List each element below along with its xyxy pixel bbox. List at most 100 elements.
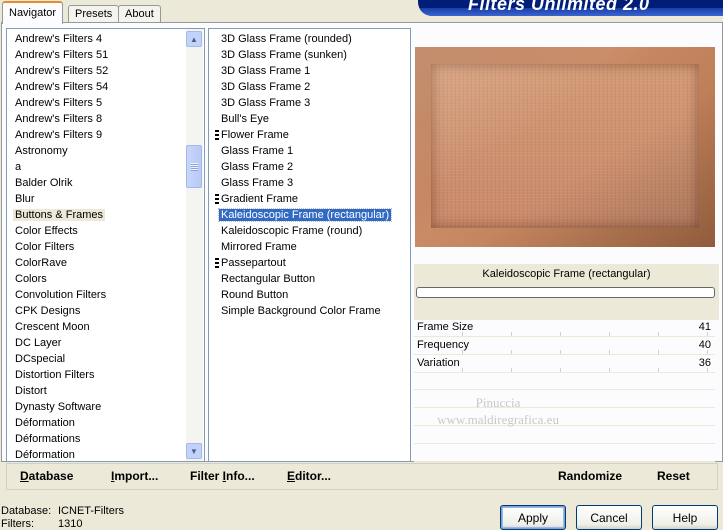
button-label: Filter: [190, 469, 223, 483]
category-item[interactable]: Andrew's Filters 51: [7, 47, 110, 63]
group-grip-icon: [215, 130, 219, 140]
app-title: Filters Unlimited 2.0: [468, 0, 650, 14]
filter-item[interactable]: 3D Glass Frame 1: [209, 63, 312, 79]
filter-item[interactable]: Rectangular Button: [209, 271, 317, 287]
filter-item[interactable]: Glass Frame 3: [209, 175, 295, 191]
scroll-thumb[interactable]: [186, 145, 202, 188]
reset-button[interactable]: Reset: [657, 469, 690, 483]
category-label: Andrew's Filters 9: [15, 129, 103, 141]
category-item[interactable]: Andrew's Filters 54: [7, 79, 110, 95]
category-item[interactable]: CPK Designs: [7, 303, 82, 319]
tab-about[interactable]: About: [118, 5, 161, 23]
category-item[interactable]: a: [7, 159, 23, 175]
category-item[interactable]: Buttons & Frames: [7, 207, 106, 223]
filter-item[interactable]: 3D Glass Frame 2: [209, 79, 312, 95]
filter-item[interactable]: 3D Glass Frame 3: [209, 95, 312, 111]
param-frame-size[interactable]: Frame Size 41: [414, 319, 715, 337]
category-label: Crescent Moon: [15, 321, 90, 333]
category-label: Andrew's Filters 54: [15, 81, 109, 93]
category-item[interactable]: DCspecial: [7, 351, 67, 367]
category-label: Andrew's Filters 51: [15, 49, 109, 61]
filter-info-button[interactable]: Filter Info...: [190, 469, 255, 483]
scroll-up-button[interactable]: ▲: [186, 31, 202, 47]
category-item[interactable]: Andrew's Filters 52: [7, 63, 110, 79]
category-item[interactable]: Dynasty Software: [7, 399, 103, 415]
database-button[interactable]: Database: [20, 469, 73, 483]
filter-item[interactable]: Glass Frame 2: [209, 159, 295, 175]
category-label: Déformation: [15, 417, 75, 429]
category-label: Andrew's Filters 4: [15, 33, 103, 45]
category-item[interactable]: Andrew's Filters 8: [7, 111, 104, 127]
category-item[interactable]: Blur: [7, 191, 37, 207]
category-item[interactable]: Convolution Filters: [7, 287, 108, 303]
category-item[interactable]: Astronomy: [7, 143, 70, 159]
group-grip-icon: [215, 194, 219, 204]
category-item[interactable]: Déformation: [7, 447, 77, 461]
filter-item[interactable]: Glass Frame 1: [209, 143, 295, 159]
category-item[interactable]: Déformations: [7, 431, 82, 447]
category-item[interactable]: Déformation: [7, 415, 77, 431]
category-label: Distortion Filters: [15, 369, 95, 381]
category-item[interactable]: Andrew's Filters 5: [7, 95, 104, 111]
category-label: Buttons & Frames: [13, 209, 106, 221]
filter-item[interactable]: Simple Background Color Frame: [209, 303, 383, 319]
filter-label: 3D Glass Frame 3: [221, 97, 311, 109]
import-button[interactable]: Import...: [111, 469, 158, 483]
filter-item[interactable]: Kaleidoscopic Frame (rectangular): [209, 207, 393, 223]
category-label: Dynasty Software: [15, 401, 102, 413]
category-list[interactable]: Andrew's Filters 4 Andrew's Filters 51 And…: [6, 28, 205, 462]
category-item[interactable]: DC Layer: [7, 335, 63, 351]
param-frequency[interactable]: Frequency 40: [414, 337, 715, 355]
category-label: Déformation: [15, 449, 75, 461]
status-database-value: ICNET-Filters: [58, 505, 124, 517]
category-item[interactable]: ColorRave: [7, 255, 69, 271]
filter-label: Passepartout: [221, 257, 286, 269]
param-slider-ticks: [414, 332, 715, 336]
category-item[interactable]: Color Filters: [7, 239, 76, 255]
apply-button[interactable]: Apply: [500, 505, 566, 530]
watermark: Pinuccia www.maldiregrafica.eu: [398, 394, 598, 428]
filter-item[interactable]: 3D Glass Frame (sunken): [209, 47, 349, 63]
randomize-button[interactable]: Randomize: [558, 469, 622, 483]
filter-label: Kaleidoscopic Frame (rectangular): [217, 208, 393, 222]
filter-list[interactable]: 3D Glass Frame (rounded) 3D Glass Frame (…: [208, 28, 411, 462]
category-label: DCspecial: [15, 353, 66, 365]
filter-label: 3D Glass Frame 2: [221, 81, 311, 93]
filter-item[interactable]: Gradient Frame: [209, 191, 300, 207]
filter-item[interactable]: Kaleidoscopic Frame (round): [209, 223, 364, 239]
param-slider-ticks: [414, 350, 715, 354]
category-label: Color Effects: [15, 225, 78, 237]
category-item[interactable]: Crescent Moon: [7, 319, 92, 335]
category-scrollbar[interactable]: ▲ ▼: [186, 29, 203, 461]
status-filters-label: Filters:: [1, 518, 34, 530]
category-label: Andrew's Filters 5: [15, 97, 103, 109]
category-item[interactable]: Color Effects: [7, 223, 80, 239]
category-item[interactable]: Andrew's Filters 4: [7, 31, 104, 47]
filter-item[interactable]: Mirrored Frame: [209, 239, 299, 255]
filter-item[interactable]: Round Button: [209, 287, 290, 303]
scroll-down-button[interactable]: ▼: [186, 443, 202, 459]
category-item[interactable]: Distortion Filters: [7, 367, 96, 383]
status-filters-value: 1310: [58, 518, 83, 530]
category-item[interactable]: Distort: [7, 383, 49, 399]
group-grip-icon: [215, 258, 219, 268]
param-empty-row: [414, 445, 715, 462]
cancel-button[interactable]: Cancel: [576, 505, 642, 530]
chevron-down-icon: ▼: [190, 446, 198, 456]
editor-button[interactable]: Editor...: [287, 469, 331, 483]
filter-item[interactable]: Flower Frame: [209, 127, 291, 143]
filter-item[interactable]: 3D Glass Frame (rounded): [209, 31, 354, 47]
category-label: Déformations: [15, 433, 81, 445]
tab-presets[interactable]: Presets: [68, 5, 120, 23]
help-button[interactable]: Help: [652, 505, 718, 530]
category-item[interactable]: Colors: [7, 271, 49, 287]
filter-label: Kaleidoscopic Frame (round): [221, 225, 363, 237]
filter-item[interactable]: Bull's Eye: [209, 111, 271, 127]
filter-item[interactable]: Passepartout: [209, 255, 288, 271]
category-label: Distort: [15, 385, 47, 397]
category-item[interactable]: Balder Olrik: [7, 175, 74, 191]
watermark-name: Pinuccia: [475, 395, 521, 410]
param-variation[interactable]: Variation 36: [414, 355, 715, 373]
tab-navigator[interactable]: Navigator: [2, 1, 64, 24]
category-item[interactable]: Andrew's Filters 9: [7, 127, 104, 143]
